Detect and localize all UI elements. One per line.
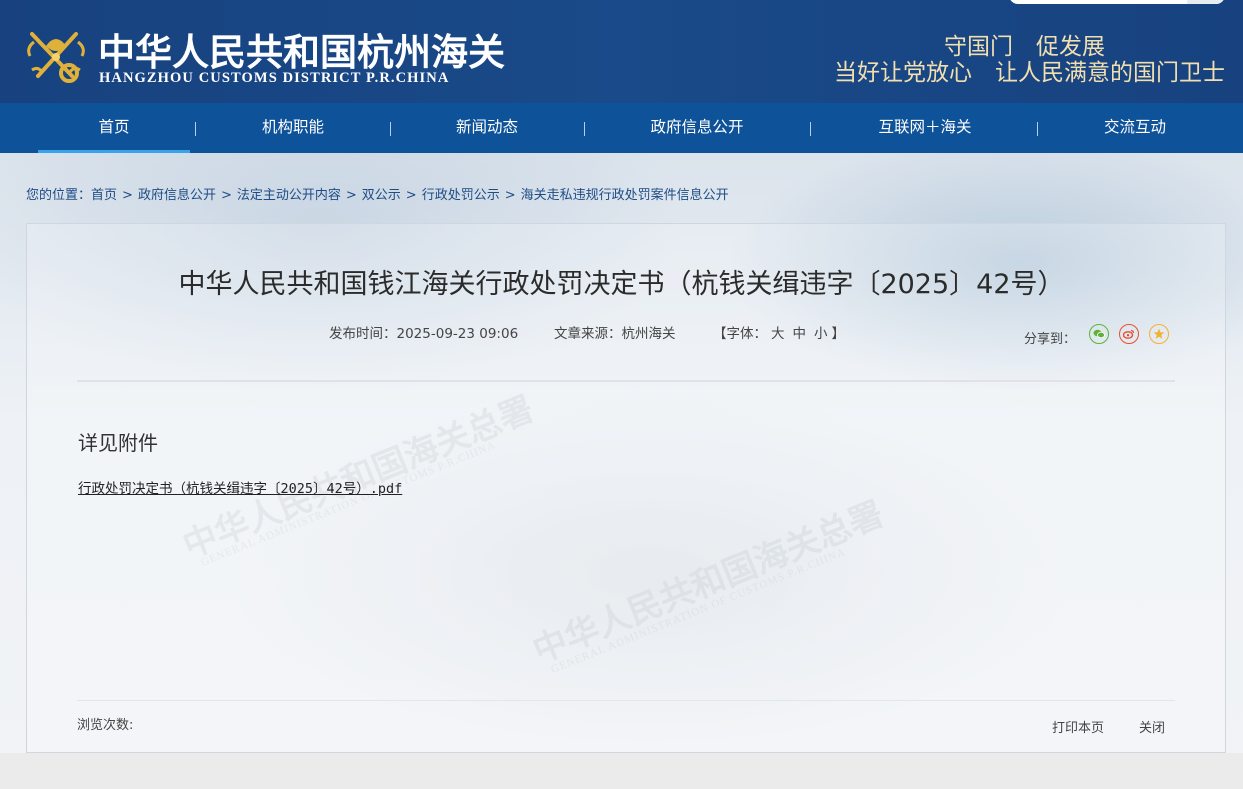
breadcrumb-statutory[interactable]: 法定主动公开内容: [237, 188, 341, 203]
nav-item-interaction[interactable]: 交流互动: [1060, 103, 1210, 153]
nav-item-internet-customs[interactable]: 互联网＋海关: [840, 103, 1010, 153]
font-size-close: 】: [831, 326, 846, 342]
nav-separator: [584, 122, 585, 136]
footer-strip: [0, 753, 1243, 789]
breadcrumb-penalty-publicity[interactable]: 行政处罚公示: [422, 188, 500, 203]
search-button[interactable]: [1187, 0, 1225, 4]
nav-separator: [390, 122, 391, 136]
font-size-controls: 【字体：大中小】: [713, 322, 845, 342]
nav-separator: [1037, 122, 1038, 136]
breadcrumb: 您的位置：首页 > 政府信息公开 > 法定主动公开内容 > 双公示 > 行政处罚公示 > 海关走私违…: [26, 184, 729, 203]
title-divider: [77, 380, 1175, 382]
breadcrumb-double-publicity[interactable]: 双公示: [362, 188, 401, 203]
wechat-icon[interactable]: [1089, 324, 1109, 344]
publish-time-label: 发布时间：: [329, 326, 397, 342]
slogan-line-2: 当好让党放心 让人民满意的国门卫士: [834, 60, 1225, 86]
breadcrumb-smuggling-cases[interactable]: 海关走私违规行政处罚案件信息公开: [521, 188, 729, 203]
print-button[interactable]: 打印本页: [1052, 717, 1104, 736]
nav-separator: [195, 122, 196, 136]
breadcrumb-separator: >: [405, 188, 417, 203]
source-label: 文章来源：: [554, 326, 622, 342]
customs-emblem-icon[interactable]: [24, 26, 88, 88]
footer-divider: [77, 700, 1175, 701]
nav-separator: [810, 122, 811, 136]
weibo-icon[interactable]: [1119, 324, 1139, 344]
font-large-button[interactable]: 大: [771, 326, 785, 342]
breadcrumb-separator: >: [122, 188, 133, 203]
breadcrumb-prefix: 您的位置：: [26, 188, 92, 203]
site-logo-subtitle: HANGZHOU CUSTOMS DISTRICT P.R.CHINA: [99, 70, 450, 86]
publish-time: 发布时间：2025-09-23 09:06: [329, 322, 518, 342]
nav-item-organization[interactable]: 机构职能: [218, 103, 368, 153]
article-title: 中华人民共和国钱江海关行政处罚决定书（杭钱关缉违字〔2025〕42号）: [178, 269, 1065, 300]
font-medium-button[interactable]: 中: [793, 326, 807, 342]
site-header: 中华人民共和国杭州海关 HANGZHOU CUSTOMS DISTRICT P.…: [0, 0, 1243, 103]
share-label: 分享到：: [1024, 332, 1077, 347]
main-nav: 首页 机构职能 新闻动态 政府信息公开 互联网＋海关 交流互动: [0, 103, 1243, 153]
nav-item-home[interactable]: 首页: [38, 103, 190, 153]
article-source: 文章来源：杭州海关: [554, 322, 676, 342]
breadcrumb-separator: >: [504, 188, 516, 203]
attachment-link[interactable]: 行政处罚决定书（杭钱关缉违字〔2025〕42号）.pdf: [78, 477, 402, 497]
font-size-label: 【字体：: [713, 326, 767, 342]
favorite-icon[interactable]: [1149, 324, 1169, 344]
breadcrumb-home[interactable]: 首页: [91, 188, 117, 203]
publish-time-value: 2025-09-23 09:06: [396, 326, 519, 342]
font-small-button[interactable]: 小: [814, 326, 828, 342]
nav-item-news[interactable]: 新闻动态: [412, 103, 562, 153]
article-body: 详见附件: [78, 431, 158, 455]
breadcrumb-separator: >: [345, 188, 357, 203]
breadcrumb-separator: >: [220, 188, 232, 203]
view-count-label: 浏览次数:: [77, 718, 134, 733]
close-button[interactable]: 关闭: [1139, 717, 1165, 736]
search-input[interactable]: [1009, 0, 1225, 4]
nav-item-gov-info[interactable]: 政府信息公开: [612, 103, 782, 153]
source-value: 杭州海关: [621, 326, 676, 342]
breadcrumb-gov-info[interactable]: 政府信息公开: [138, 188, 216, 203]
site-logo-title[interactable]: 中华人民共和国杭州海关: [98, 22, 505, 76]
